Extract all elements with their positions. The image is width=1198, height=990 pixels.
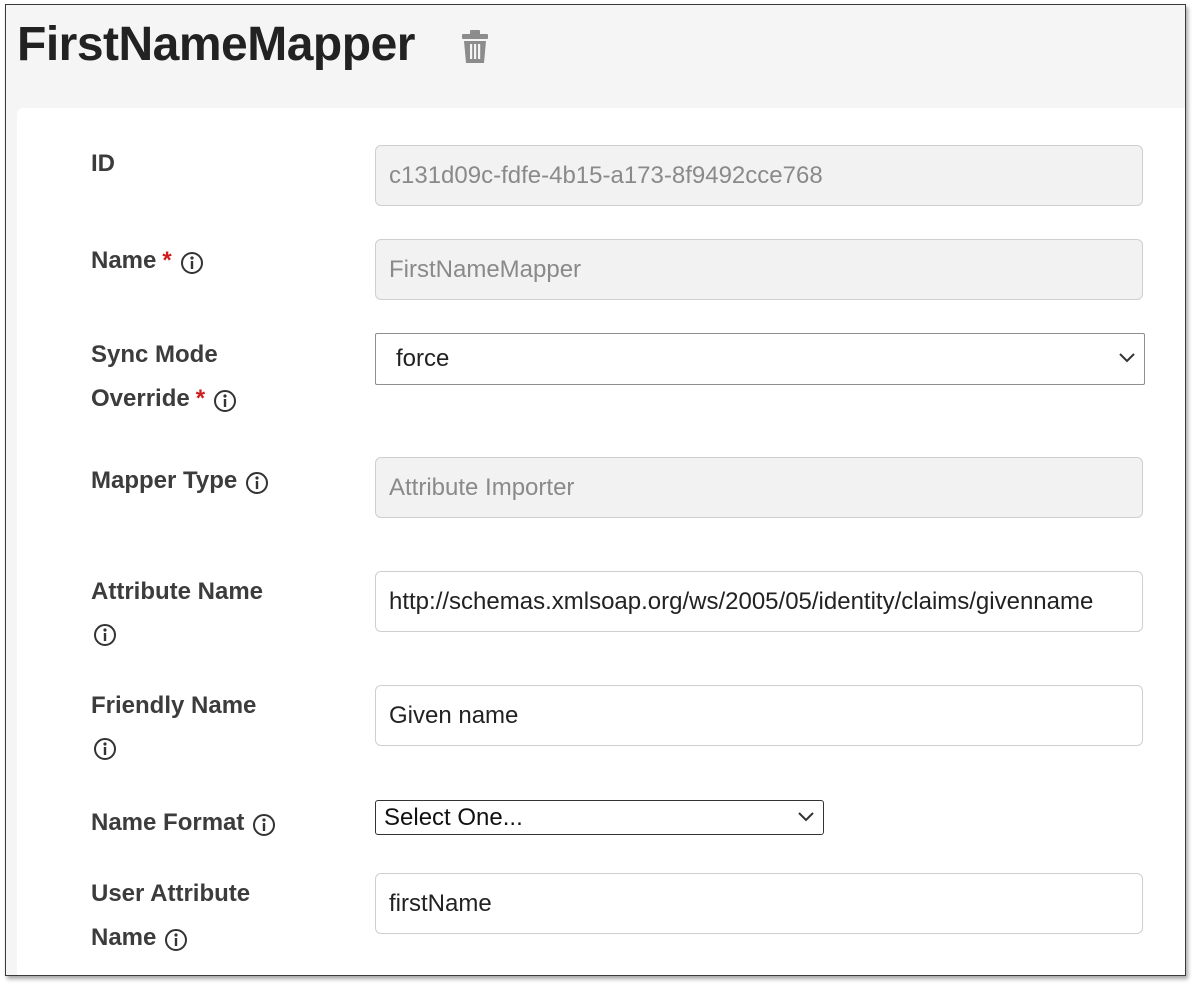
name-format-label: Name Format <box>91 801 276 845</box>
info-icon[interactable] <box>180 246 204 274</box>
info-icon[interactable] <box>93 618 117 646</box>
user-attribute-name-label: User Attribute <box>91 880 251 907</box>
mapper-form: ID c131d09c-fdfe-4b15-a173-8f9492cce768 … <box>17 108 1185 975</box>
info-icon[interactable] <box>164 923 188 951</box>
chevron-down-icon <box>798 811 814 821</box>
user-attribute-name-input[interactable]: firstName <box>375 873 1143 934</box>
sync-mode-select[interactable]: force <box>375 333 1145 385</box>
info-icon[interactable] <box>93 732 117 760</box>
info-icon[interactable] <box>245 466 269 494</box>
mapper-details-window: FirstNameMapper ID c131d09c-fdfe-4b15-a1… <box>5 4 1186 976</box>
user-attribute-name-label-line2: Name <box>91 916 188 960</box>
chevron-down-icon <box>1119 353 1135 363</box>
trash-icon[interactable] <box>459 29 491 65</box>
info-icon[interactable] <box>213 384 237 412</box>
sync-mode-label: Sync Mode <box>91 341 218 368</box>
required-mark: * <box>195 385 206 412</box>
name-format-select[interactable]: Select One... <box>375 800 824 835</box>
id-label: ID <box>91 150 115 177</box>
id-field[interactable]: c131d09c-fdfe-4b15-a173-8f9492cce768 <box>375 145 1143 206</box>
sync-mode-label-line2: Override * <box>91 377 237 421</box>
info-icon[interactable] <box>252 808 276 836</box>
friendly-name-info <box>91 721 117 765</box>
page-title: FirstNameMapper <box>17 18 415 71</box>
attribute-name-info <box>91 607 117 651</box>
required-mark: * <box>162 247 172 274</box>
mapper-type-field[interactable]: Attribute Importer <box>375 457 1143 518</box>
name-field[interactable]: FirstNameMapper <box>375 239 1143 300</box>
mapper-type-label: Mapper Type <box>91 459 269 503</box>
friendly-name-input[interactable]: Given name <box>375 685 1143 746</box>
attribute-name-input[interactable]: http://schemas.xmlsoap.org/ws/2005/05/id… <box>375 571 1143 632</box>
name-label: Name * <box>91 239 204 283</box>
